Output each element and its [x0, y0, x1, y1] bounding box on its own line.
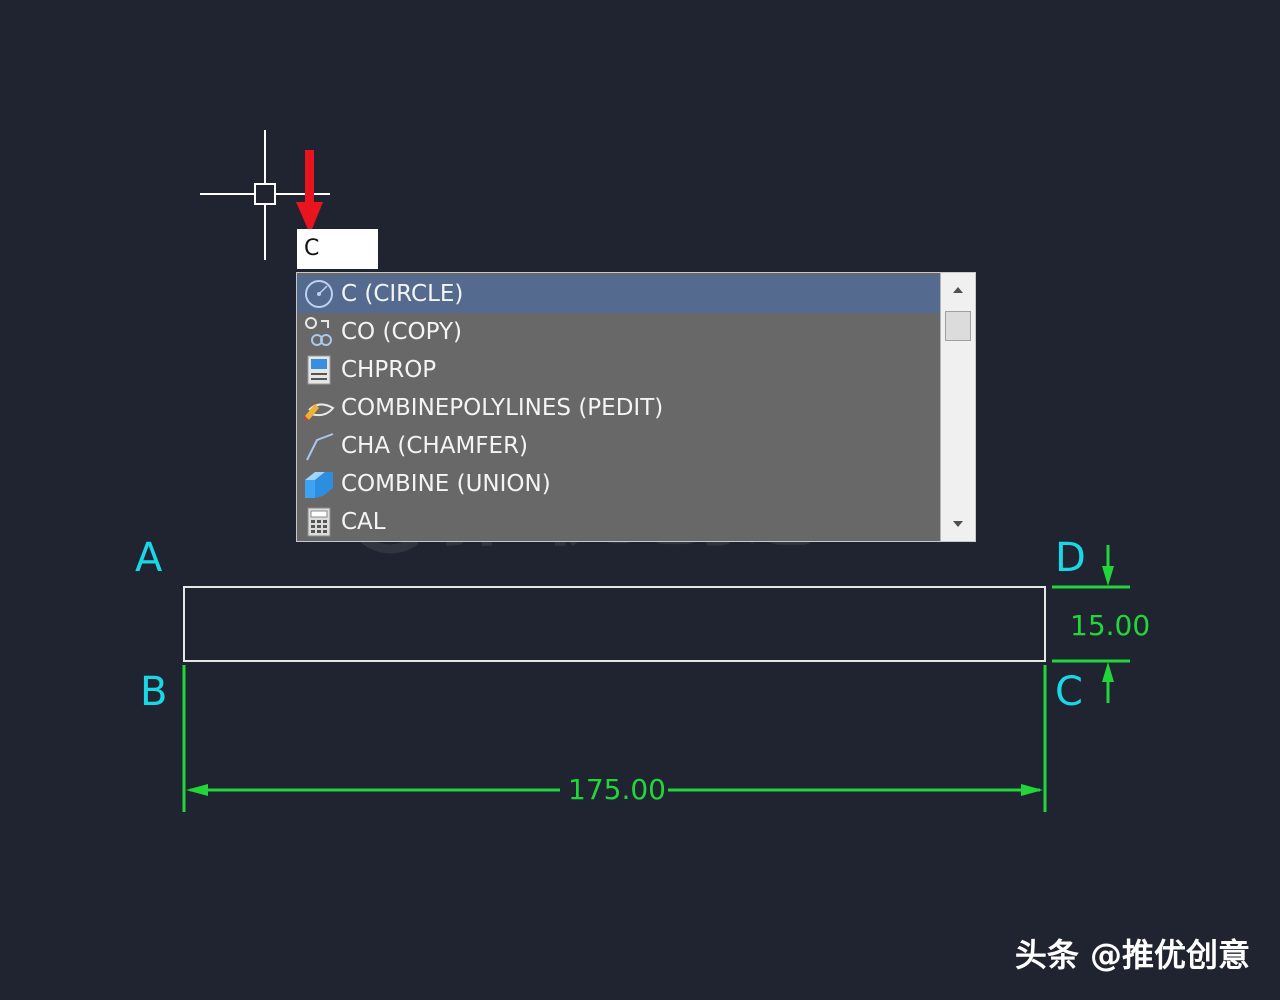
autocomplete-item-chprop[interactable]: CHPROP — [297, 351, 940, 389]
properties-icon — [307, 355, 331, 385]
autocomplete-item-label: CHPROP — [341, 357, 437, 383]
autocomplete-item-combine[interactable]: COMBINE (UNION) — [297, 465, 940, 503]
autocomplete-item-label: C (CIRCLE) — [341, 281, 464, 307]
footer-credit: 头条 @推优创意 — [1014, 936, 1250, 974]
point-label-c: C — [1055, 669, 1083, 715]
width-dimension-text: 175.00 — [568, 773, 666, 806]
autocomplete-item-copy[interactable]: CO (COPY) — [297, 313, 940, 351]
autocomplete-item-circle[interactable]: C (CIRCLE) — [297, 275, 940, 313]
point-label-b: B — [140, 669, 168, 715]
polyline-edit-icon — [304, 403, 335, 421]
point-label-d: D — [1055, 535, 1086, 581]
scrollbar-thumb[interactable] — [945, 311, 971, 341]
autocomplete-items: C (CIRCLE) CO (COPY) CHPROP COMBINEPOLYL… — [297, 273, 940, 541]
scroll-up-icon[interactable] — [941, 277, 975, 303]
height-dimension-text: 15.00 — [1070, 609, 1151, 642]
chamfer-icon — [306, 433, 334, 461]
autocomplete-item-cal[interactable]: CAL — [297, 503, 940, 541]
circle-icon — [305, 280, 333, 308]
autocomplete-item-label: CHA (CHAMFER) — [341, 433, 529, 459]
union-icon — [305, 472, 333, 498]
autocomplete-item-label: COMBINE (UNION) — [341, 471, 551, 497]
autocomplete-item-label: CO (COPY) — [341, 319, 462, 345]
copy-icon — [305, 317, 332, 346]
scroll-down-icon[interactable] — [941, 511, 975, 537]
autocomplete-item-combinepolylines[interactable]: COMBINEPOLYLINES (PEDIT) — [297, 389, 940, 427]
red-arrow-icon — [296, 150, 323, 234]
rectangle-shape[interactable] — [183, 586, 1046, 662]
point-label-a: A — [135, 535, 163, 581]
autocomplete-scrollbar[interactable] — [940, 273, 975, 541]
autocomplete-item-chamfer[interactable]: CHA (CHAMFER) — [297, 427, 940, 465]
autocomplete-item-label: COMBINEPOLYLINES (PEDIT) — [341, 395, 664, 421]
command-input[interactable]: C — [297, 229, 378, 269]
autocomplete-item-label: CAL — [341, 509, 386, 535]
command-autocomplete-list[interactable]: C (CIRCLE) CO (COPY) CHPROP COMBINEPOLYL… — [296, 272, 976, 542]
calculator-icon — [307, 507, 331, 537]
